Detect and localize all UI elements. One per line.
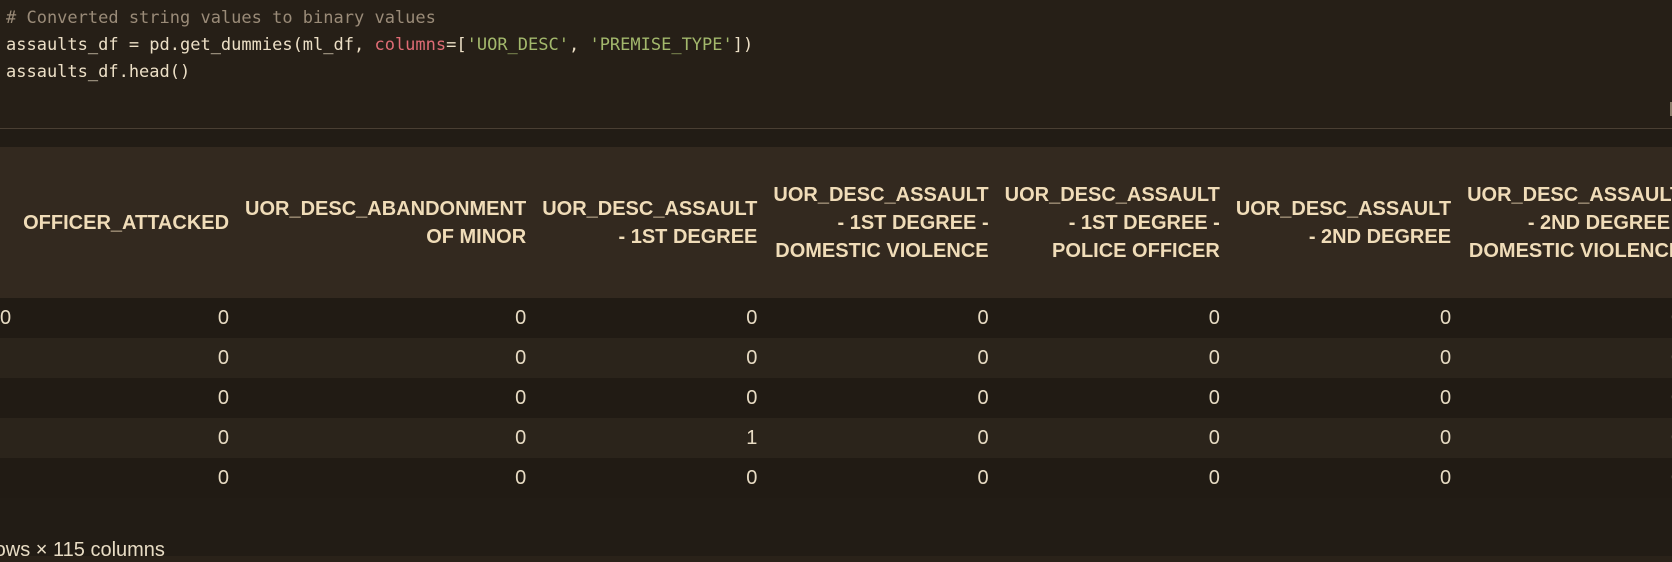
table-cell: 0 [1439, 306, 1452, 329]
code-line: # Converted string values to binary valu… [6, 4, 436, 32]
row-index [0, 458, 15, 498]
table-cell: 0 [217, 346, 230, 369]
row-index: 0 [0, 306, 12, 329]
table-cell: 0 [217, 466, 230, 489]
code-token-plain: assaults_df.head() [6, 62, 191, 82]
table-cell: 0 [1439, 386, 1452, 409]
table-row: 0000000 [0, 338, 1672, 378]
code-token-plain: =[ [446, 35, 467, 55]
column-header: UOR_DESC_ASSAULT - 1ST DEGREE - DOMESTIC… [773, 183, 989, 262]
code-line: assaults_df.head() [6, 58, 190, 86]
code-token-string: 'UOR_DESC' [466, 35, 569, 55]
code-token-plain: , [568, 35, 590, 55]
table-cell: 0 [1208, 346, 1220, 369]
table-row: 0000000 [0, 378, 1672, 418]
index-header [0, 147, 15, 298]
table-cell: 1 [746, 426, 758, 449]
table-row: 0000000 [0, 458, 1672, 498]
column-header: UOR_DESC_ASSAULT - 1ST DEGREE - POLICE O… [1004, 183, 1220, 262]
table-cell: 0 [977, 466, 989, 489]
row-index [0, 418, 15, 458]
table-cell: 0 [977, 386, 989, 409]
table-cell: 0 [1459, 458, 1672, 498]
code-line: assaults_df = pd.get_dummies(ml_df, colu… [6, 31, 753, 59]
table-cell: 0 [217, 306, 230, 329]
table-cell: 0 [515, 466, 527, 489]
code-token-plain: ]) [732, 35, 754, 55]
column-header: OFFICER_ATTACKED [23, 211, 230, 234]
column-header: UOR_DESC_ASSAULT - 2ND DEGREE - DOMESTIC… [1467, 183, 1672, 262]
table-cell: 0 [1439, 346, 1452, 369]
row-index [0, 338, 15, 378]
table-cell: 0 [1208, 426, 1220, 449]
table-cell: 0 [217, 426, 230, 449]
dataframe-table-wrapper[interactable]: OFFICER_ATTACKED UOR_DESC_ABANDONMENT OF… [0, 147, 1672, 561]
table-row: 00000000 [0, 298, 1672, 338]
table-header-row: OFFICER_ATTACKED UOR_DESC_ABANDONMENT OF… [0, 147, 1672, 298]
table-cell: 0 [977, 426, 989, 449]
dataframe-table: OFFICER_ATTACKED UOR_DESC_ABANDONMENT OF… [0, 147, 1672, 498]
code-token-plain: assaults_df = pd.get_dummies(ml_df, [6, 35, 375, 55]
table-body: 000000000000000000000000100000000000 [0, 298, 1672, 498]
table-cell: 0 [1439, 466, 1452, 489]
table-cell: 0 [515, 426, 527, 449]
table-cell: 0 [515, 346, 527, 369]
table-cell: 0 [746, 466, 758, 489]
table-cell: 0 [1459, 418, 1672, 458]
table-row: 0010000 [0, 418, 1672, 458]
column-header: UOR_DESC_ASSAULT - 1ST DEGREE [542, 197, 758, 248]
code-token-string: 'PREMISE_TYPE' [589, 35, 733, 55]
dataframe-shape-text: rows × 115 columns [0, 539, 165, 561]
table-cell: 0 [1439, 426, 1452, 449]
output-area: OFFICER_ATTACKED UOR_DESC_ABANDONMENT OF… [0, 129, 1672, 561]
column-header: UOR_DESC_ABANDONMENT OF MINOR [245, 197, 527, 248]
code-token-comment: # Converted string values to binary valu… [6, 8, 436, 28]
table-cell: 0 [217, 386, 230, 409]
code-cell[interactable]: # Converted string values to binary valu… [0, 0, 1672, 129]
table-cell: 0 [1459, 298, 1672, 338]
table-cell: 0 [1459, 378, 1672, 418]
table-cell: 0 [1208, 386, 1220, 409]
table-cell: 0 [1208, 306, 1220, 329]
table-cell: 0 [1208, 466, 1220, 489]
table-cell: 0 [746, 386, 758, 409]
table-cell: 0 [977, 306, 989, 329]
column-header: UOR_DESC_ASSAULT - 2ND DEGREE [1235, 197, 1452, 248]
table-cell: 0 [515, 386, 527, 409]
table-cell: 0 [746, 306, 758, 329]
table-cell: 0 [1459, 338, 1672, 378]
table-cell: 0 [977, 346, 989, 369]
code-token-kwarg: columns [374, 35, 447, 55]
row-index [0, 378, 15, 418]
table-cell: 0 [746, 346, 758, 369]
table-cell: 0 [515, 306, 527, 329]
